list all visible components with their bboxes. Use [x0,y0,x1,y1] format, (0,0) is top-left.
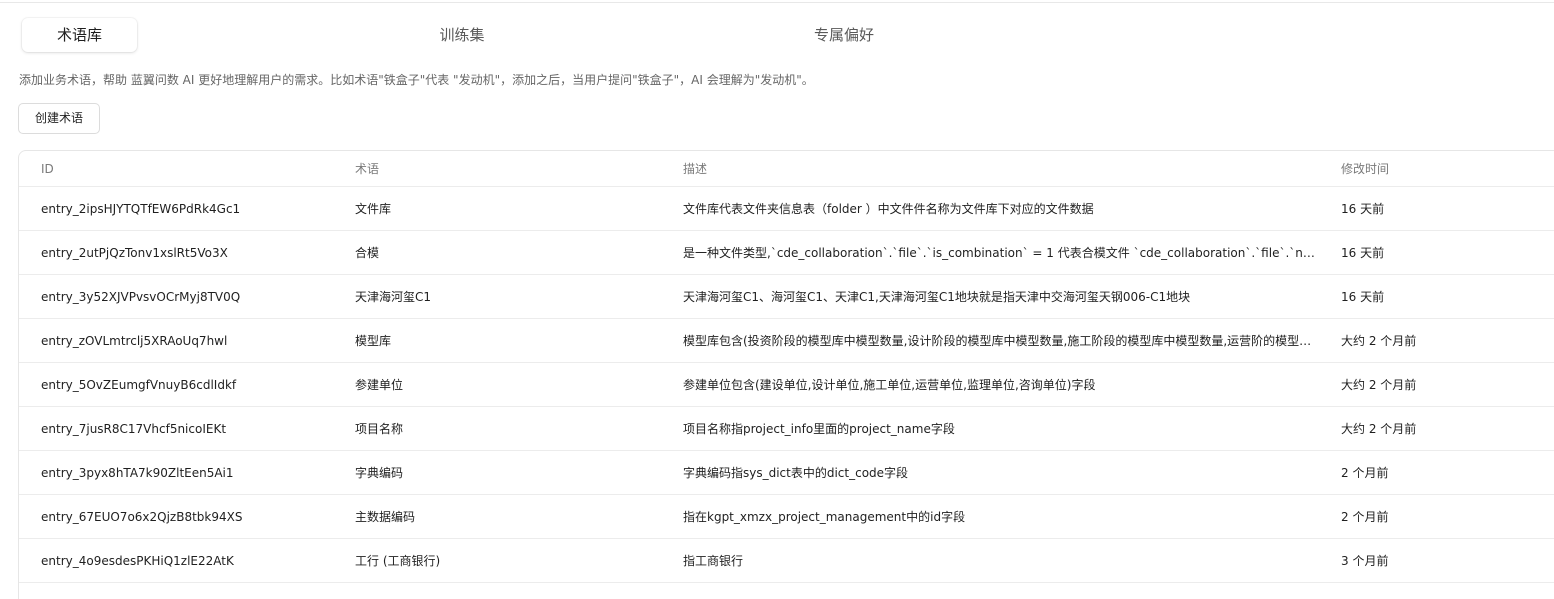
table-header: ID 术语 描述 修改时间 [19,151,1554,187]
column-header-description: 描述 [683,162,708,176]
cell-term: 参建单位 [355,378,404,392]
table-body: entry_2ipsHJYTQTfEW6PdRk4Gc1 文件库 文件库代表文件夹信… [19,187,1554,583]
cell-modified-time: 大约 2 个月前 [1341,378,1417,392]
cell-modified-time: 2 个月前 [1341,510,1389,524]
cell-id: entry_4o9esdesPKHiQ1zlE22AtK [41,553,234,568]
page-description: 添加业务术语，帮助 蓝翼问数 AI 更好地理解用户的需求。比如术语"铁盒子"代表… [19,73,814,87]
tab-term-library[interactable]: 术语库 [22,18,137,52]
top-divider [0,2,1554,3]
cell-description: 字典编码指sys_dict表中的dict_code字段 [683,451,1320,494]
table-row[interactable]: entry_4o9esdesPKHiQ1zlE22AtK 工行 (工商银行) 指工商… [19,539,1554,583]
cell-term: 工行 (工商银行) [355,554,441,568]
table-row[interactable]: entry_67EUO7o6x2QjzB8tbk94XS 主数据编码 指在kgpt_… [19,495,1554,539]
cell-modified-time: 3 个月前 [1341,554,1389,568]
cell-description: 天津海河玺C1、海河玺C1、天津C1,天津海河玺C1地块就是指天津中交海河玺天钢… [683,275,1320,318]
cell-id: entry_2ipsHJYTQTfEW6PdRk4Gc1 [41,201,241,216]
cell-id: entry_2utPjQzTonv1xslRt5Vo3X [41,245,228,260]
tab-training-set[interactable]: 训练集 [402,18,522,52]
terms-table: ID 术语 描述 修改时间 entry_2ipsHJYTQTfEW6PdRk4G… [18,150,1554,599]
cell-description: 参建单位包含(建设单位,设计单位,施工单位,运营单位,监理单位,咨询单位)字段 [683,363,1320,406]
cell-id: entry_zOVLmtrclj5XRAoUq7hwl [41,333,228,348]
table-row[interactable]: entry_zOVLmtrclj5XRAoUq7hwl 模型库 模型库包含(投资阶段… [19,319,1554,363]
cell-modified-time: 16 天前 [1341,246,1385,260]
cell-id: entry_5OvZEumgfVnuyB6cdlIdkf [41,377,237,392]
cell-description: 是一种文件类型,`cde_collaboration`.`file`.`is_c… [683,231,1320,274]
table-row[interactable]: entry_3pyx8hTA7k90ZltEen5Ai1 字典编码 字典编码指sys… [19,451,1554,495]
create-term-button[interactable]: 创建术语 [18,103,100,134]
table-row[interactable]: entry_3y52XJVPvsvOCrMyj8TV0Q 天津海河玺C1 天津海河玺… [19,275,1554,319]
cell-term: 天津海河玺C1 [355,290,432,304]
cell-description-text: 字典编码指sys_dict表中的dict_code字段 [683,466,909,480]
column-header-id: ID [41,161,54,176]
cell-description: 文件库代表文件夹信息表（folder ）中文件件名称为文件库下对应的文件数据 [683,187,1320,230]
column-header-modified-time: 修改时间 [1341,162,1390,176]
cell-modified-time: 大约 2 个月前 [1341,334,1417,348]
cell-description-text: 是一种文件类型,`cde_collaboration`.`file`.`is_c… [683,246,1320,260]
cell-term: 模型库 [355,334,392,348]
cell-term: 主数据编码 [355,510,416,524]
cell-modified-time: 2 个月前 [1341,466,1389,480]
cell-id: entry_67EUO7o6x2QjzB8tbk94XS [41,509,243,524]
cell-term: 字典编码 [355,466,404,480]
cell-term: 合模 [355,246,380,260]
table-row[interactable]: entry_5OvZEumgfVnuyB6cdlIdkf 参建单位 参建单位包含(建… [19,363,1554,407]
cell-term: 项目名称 [355,422,404,436]
column-header-term: 术语 [355,162,380,176]
tab-preferences[interactable]: 专属偏好 [780,18,908,52]
table-row[interactable]: entry_2utPjQzTonv1xslRt5Vo3X 合模 是一种文件类型,`c… [19,231,1554,275]
cell-modified-time: 16 天前 [1341,202,1385,216]
cell-id: entry_3pyx8hTA7k90ZltEen5Ai1 [41,465,234,480]
tab-bar: 术语库 训练集 专属偏好 [0,18,1554,54]
cell-description-text: 模型库包含(投资阶段的模型库中模型数量,设计阶段的模型库中模型数量,施工阶段的模… [683,334,1320,348]
cell-modified-time: 大约 2 个月前 [1341,422,1417,436]
cell-description-text: 项目名称指project_info里面的project_name字段 [683,422,955,436]
cell-description-text: 文件库代表文件夹信息表（folder ）中文件件名称为文件库下对应的文件数据 [683,202,1094,216]
table-row[interactable]: entry_7jusR8C17Vhcf5nicoIEKt 项目名称 项目名称指pro… [19,407,1554,451]
cell-description-text: 指在kgpt_xmzx_project_management中的id字段 [683,510,966,524]
term-library-page: 术语库 训练集 专属偏好 添加业务术语，帮助 蓝翼问数 AI 更好地理解用户的需… [0,0,1554,599]
cell-description: 指在kgpt_xmzx_project_management中的id字段 [683,495,1320,538]
cell-description-text: 指工商银行 [683,554,744,568]
cell-id: entry_7jusR8C17Vhcf5nicoIEKt [41,421,227,436]
cell-description: 项目名称指project_info里面的project_name字段 [683,407,1320,450]
cell-description: 指工商银行 [683,539,1320,582]
table-row[interactable]: entry_2ipsHJYTQTfEW6PdRk4Gc1 文件库 文件库代表文件夹信… [19,187,1554,231]
cell-description: 模型库包含(投资阶段的模型库中模型数量,设计阶段的模型库中模型数量,施工阶段的模… [683,319,1320,362]
cell-description-text: 天津海河玺C1、海河玺C1、天津C1,天津海河玺C1地块就是指天津中交海河玺天钢… [683,290,1191,304]
cell-description-text: 参建单位包含(建设单位,设计单位,施工单位,运营单位,监理单位,咨询单位)字段 [683,378,1096,392]
cell-modified-time: 16 天前 [1341,290,1385,304]
cell-term: 文件库 [355,202,392,216]
cell-id: entry_3y52XJVPvsvOCrMyj8TV0Q [41,289,241,304]
